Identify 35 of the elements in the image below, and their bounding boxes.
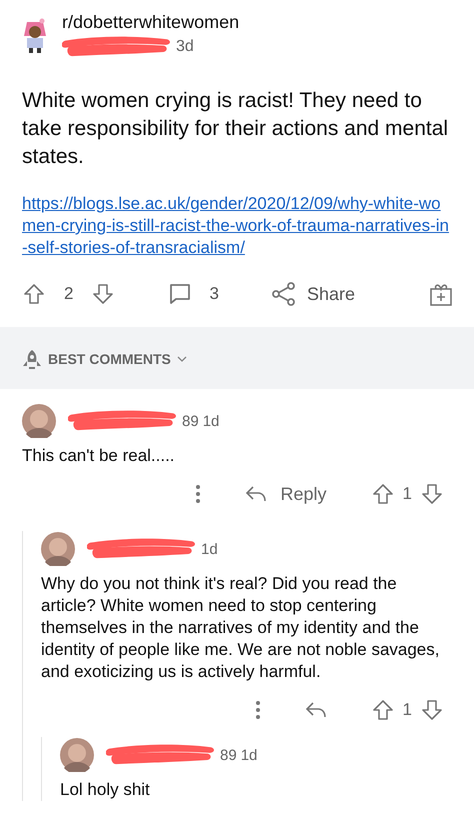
upvote-icon[interactable] [370, 482, 395, 506]
username[interactable]: 89 [182, 412, 199, 430]
avatar[interactable] [22, 404, 56, 438]
share-icon[interactable] [270, 281, 297, 307]
reply-icon[interactable] [244, 485, 266, 503]
comment-text: Lol holy shit [60, 779, 151, 801]
rocket-icon [22, 349, 42, 369]
subreddit-name[interactable]: r/dobetterwhitewomen [62, 12, 240, 33]
more-icon[interactable] [254, 700, 261, 720]
post-title: White women crying is racist! They need to take responsibility for their actions and mental states. [22, 88, 450, 170]
downvote-icon[interactable] [420, 482, 444, 506]
reply-icon[interactable] [304, 701, 327, 719]
avatar[interactable] [60, 738, 94, 772]
subreddit-icon[interactable] [22, 18, 48, 54]
chevron-icon [176, 355, 187, 363]
more-icon[interactable] [194, 484, 200, 504]
downvote-icon[interactable] [420, 698, 444, 722]
avatar[interactable] [41, 532, 75, 566]
reply-button[interactable]: Reply [244, 484, 327, 504]
vote-count: 1 [402, 484, 412, 504]
comment-count: 3 [209, 284, 219, 304]
share-button[interactable]: Share [270, 281, 355, 307]
timestamp: 3d [176, 38, 194, 56]
downvote-icon[interactable] [91, 282, 116, 306]
comment-text: Why do you not think it's real? Did you read the article? White women need to stop centering themselves in the narratives of my identity and the identity of people like me. We are not noble savages, and exoticizing us is actively harmful. [41, 573, 440, 683]
vote-count: 2 [64, 284, 74, 304]
post-link[interactable]: https://blogs.lse.ac.uk/gender/2020/12/09/why-white-women-crying-is-still-racist-the-work-of-trauma-narratives-in-self-stories-of-transracialism/ [22, 193, 454, 259]
timestamp: 1d [240, 746, 258, 764]
timestamp: 1d [202, 412, 220, 430]
comment-text: This can't be real..... [22, 445, 176, 467]
timestamp: 1d [201, 540, 218, 558]
vote-count: 1 [402, 700, 412, 720]
username[interactable]: 89 [220, 746, 237, 764]
upvote-icon[interactable] [22, 282, 46, 306]
upvote-icon[interactable] [370, 698, 395, 722]
